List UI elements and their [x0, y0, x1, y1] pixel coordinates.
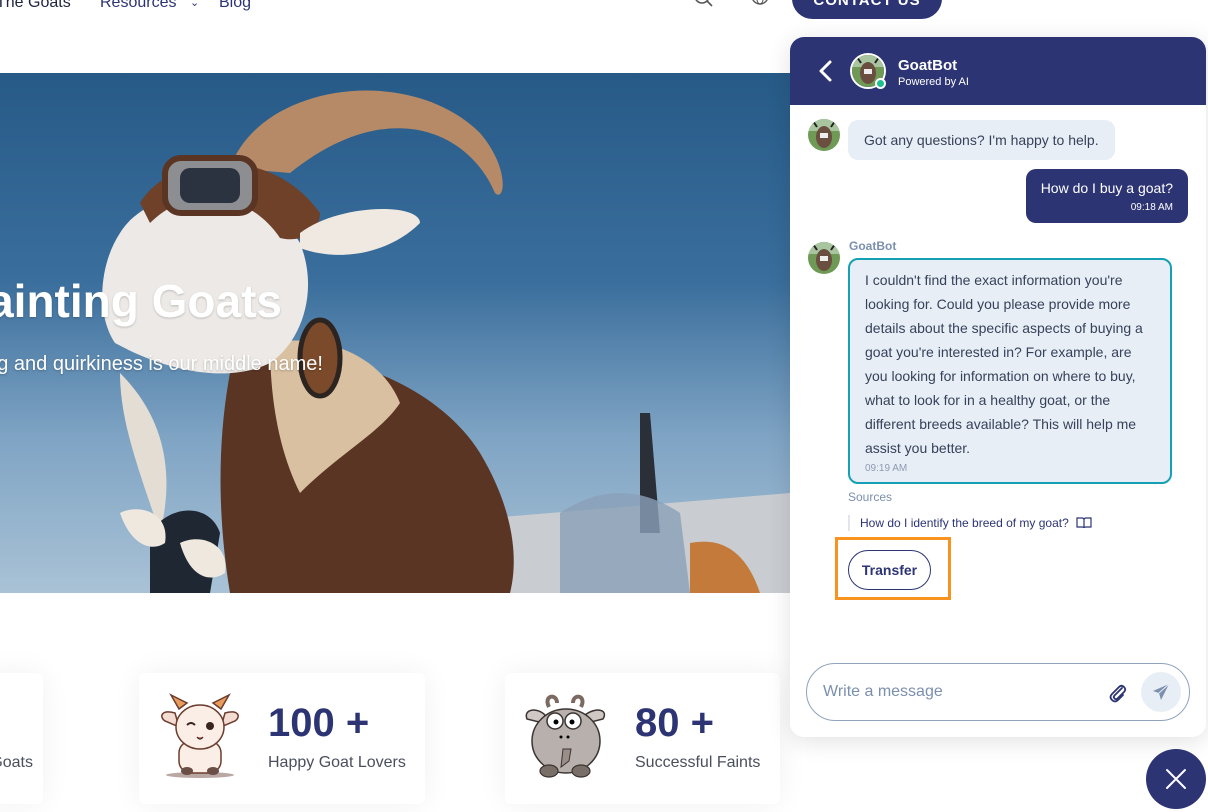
transfer-button[interactable]: Transfer — [848, 550, 931, 590]
hero-subtitle: Where fun meets fainting and quirkiness … — [0, 353, 323, 375]
source-title: How do I identify the breed of my goat? — [860, 516, 1069, 530]
chat-messages[interactable]: Got any questions? I'm happy to help. Ho… — [790, 105, 1206, 737]
stat-label: Goats — [0, 754, 33, 771]
bot-avatar — [808, 242, 840, 274]
message-sender: GoatBot — [849, 239, 897, 253]
nav-link-the-goats[interactable]: The Goats — [0, 0, 71, 12]
message-timestamp: 09:18 AM — [1130, 202, 1173, 213]
back-icon[interactable] — [816, 57, 836, 85]
stat-label: Successful Faints — [635, 754, 761, 771]
fainting-goat-illustration — [525, 694, 606, 778]
stat-number: 80 + — [635, 701, 714, 745]
bot-message: I couldn't find the exact information yo… — [848, 258, 1172, 484]
hero-banner: Fainting Goats Where fun meets fainting … — [0, 73, 790, 593]
book-icon — [1076, 517, 1092, 529]
message-text: I couldn't find the exact information yo… — [865, 272, 1143, 456]
online-status-indicator — [875, 78, 886, 89]
stat-number: 100 + — [268, 701, 370, 745]
happy-goat-illustration — [161, 693, 239, 778]
bot-name: GoatBot — [898, 57, 958, 74]
source-link[interactable]: How do I identify the breed of my goat? — [848, 515, 1092, 531]
bot-subtitle: Powered by AI — [898, 76, 969, 88]
stat-card: Goats — [0, 673, 43, 804]
hero-title: Fainting Goats — [0, 275, 282, 327]
message-text: How do I buy a goat? — [1040, 180, 1173, 196]
chevron-down-icon[interactable]: ⌄ — [190, 0, 199, 9]
send-icon — [1153, 683, 1170, 700]
contact-us-button[interactable]: CONTACT US — [792, 0, 942, 19]
bot-message: Got any questions? I'm happy to help. — [848, 120, 1115, 160]
bot-avatar — [808, 119, 840, 151]
nav-link-resources[interactable]: Resources — [100, 0, 176, 12]
close-icon — [1166, 769, 1186, 789]
stat-card: 100 + Happy Goat Lovers — [139, 673, 425, 804]
paperclip-icon[interactable] — [1107, 682, 1129, 704]
message-input[interactable] — [823, 680, 1093, 704]
search-icon[interactable] — [692, 0, 714, 8]
sources-label: Sources — [848, 490, 893, 504]
hero-goat-pilot-image — [102, 90, 790, 593]
stat-label: Happy Goat Lovers — [268, 754, 406, 771]
send-button[interactable] — [1141, 672, 1181, 712]
globe-icon[interactable] — [750, 0, 770, 6]
message-composer — [806, 663, 1190, 721]
chat-header: GoatBot Powered by AI — [790, 37, 1206, 105]
message-timestamp: 09:19 AM — [865, 463, 908, 474]
stat-card: 80 + Successful Faints — [505, 673, 780, 804]
user-message: How do I buy a goat? 09:18 AM — [1025, 169, 1188, 223]
nav-link-blog[interactable]: Blog — [219, 0, 251, 12]
close-chat-button[interactable] — [1146, 749, 1206, 809]
chat-widget: GoatBot Powered by AI Got any questions?… — [790, 37, 1206, 737]
